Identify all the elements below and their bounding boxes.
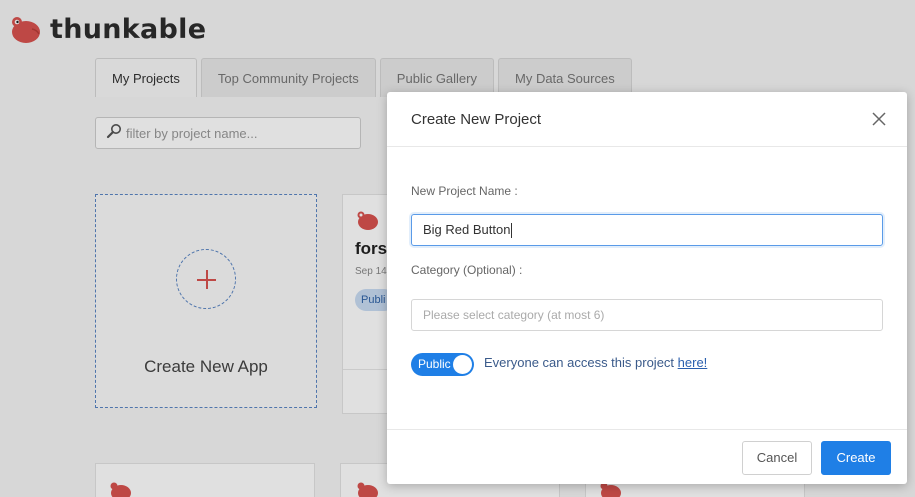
close-icon[interactable] bbox=[871, 111, 887, 127]
dialog-header: Create New Project bbox=[387, 92, 907, 147]
toggle-knob bbox=[453, 355, 472, 374]
dialog-title: Create New Project bbox=[411, 111, 542, 128]
category-select[interactable]: Please select category (at most 6) bbox=[411, 299, 883, 331]
category-label: Category (Optional) : bbox=[411, 263, 523, 277]
public-toggle-text: Everyone can access this project bbox=[484, 355, 678, 370]
cancel-button[interactable]: Cancel bbox=[742, 441, 812, 475]
create-button[interactable]: Create bbox=[821, 441, 891, 475]
public-toggle-description: Everyone can access this project here! bbox=[484, 355, 707, 370]
text-caret bbox=[511, 223, 513, 239]
public-toggle[interactable]: Public bbox=[411, 353, 474, 376]
category-placeholder: Please select category (at most 6) bbox=[423, 308, 605, 322]
project-name-label: New Project Name : bbox=[411, 184, 518, 198]
project-name-input[interactable]: Big Red Button bbox=[411, 214, 883, 246]
project-name-value: Big Red Button bbox=[423, 222, 511, 237]
dialog-footer: Cancel Create bbox=[387, 429, 907, 484]
create-project-dialog: Create New Project New Project Name : Bi… bbox=[387, 92, 907, 484]
public-info-link[interactable]: here! bbox=[678, 355, 708, 370]
public-toggle-label: Public bbox=[418, 357, 451, 371]
